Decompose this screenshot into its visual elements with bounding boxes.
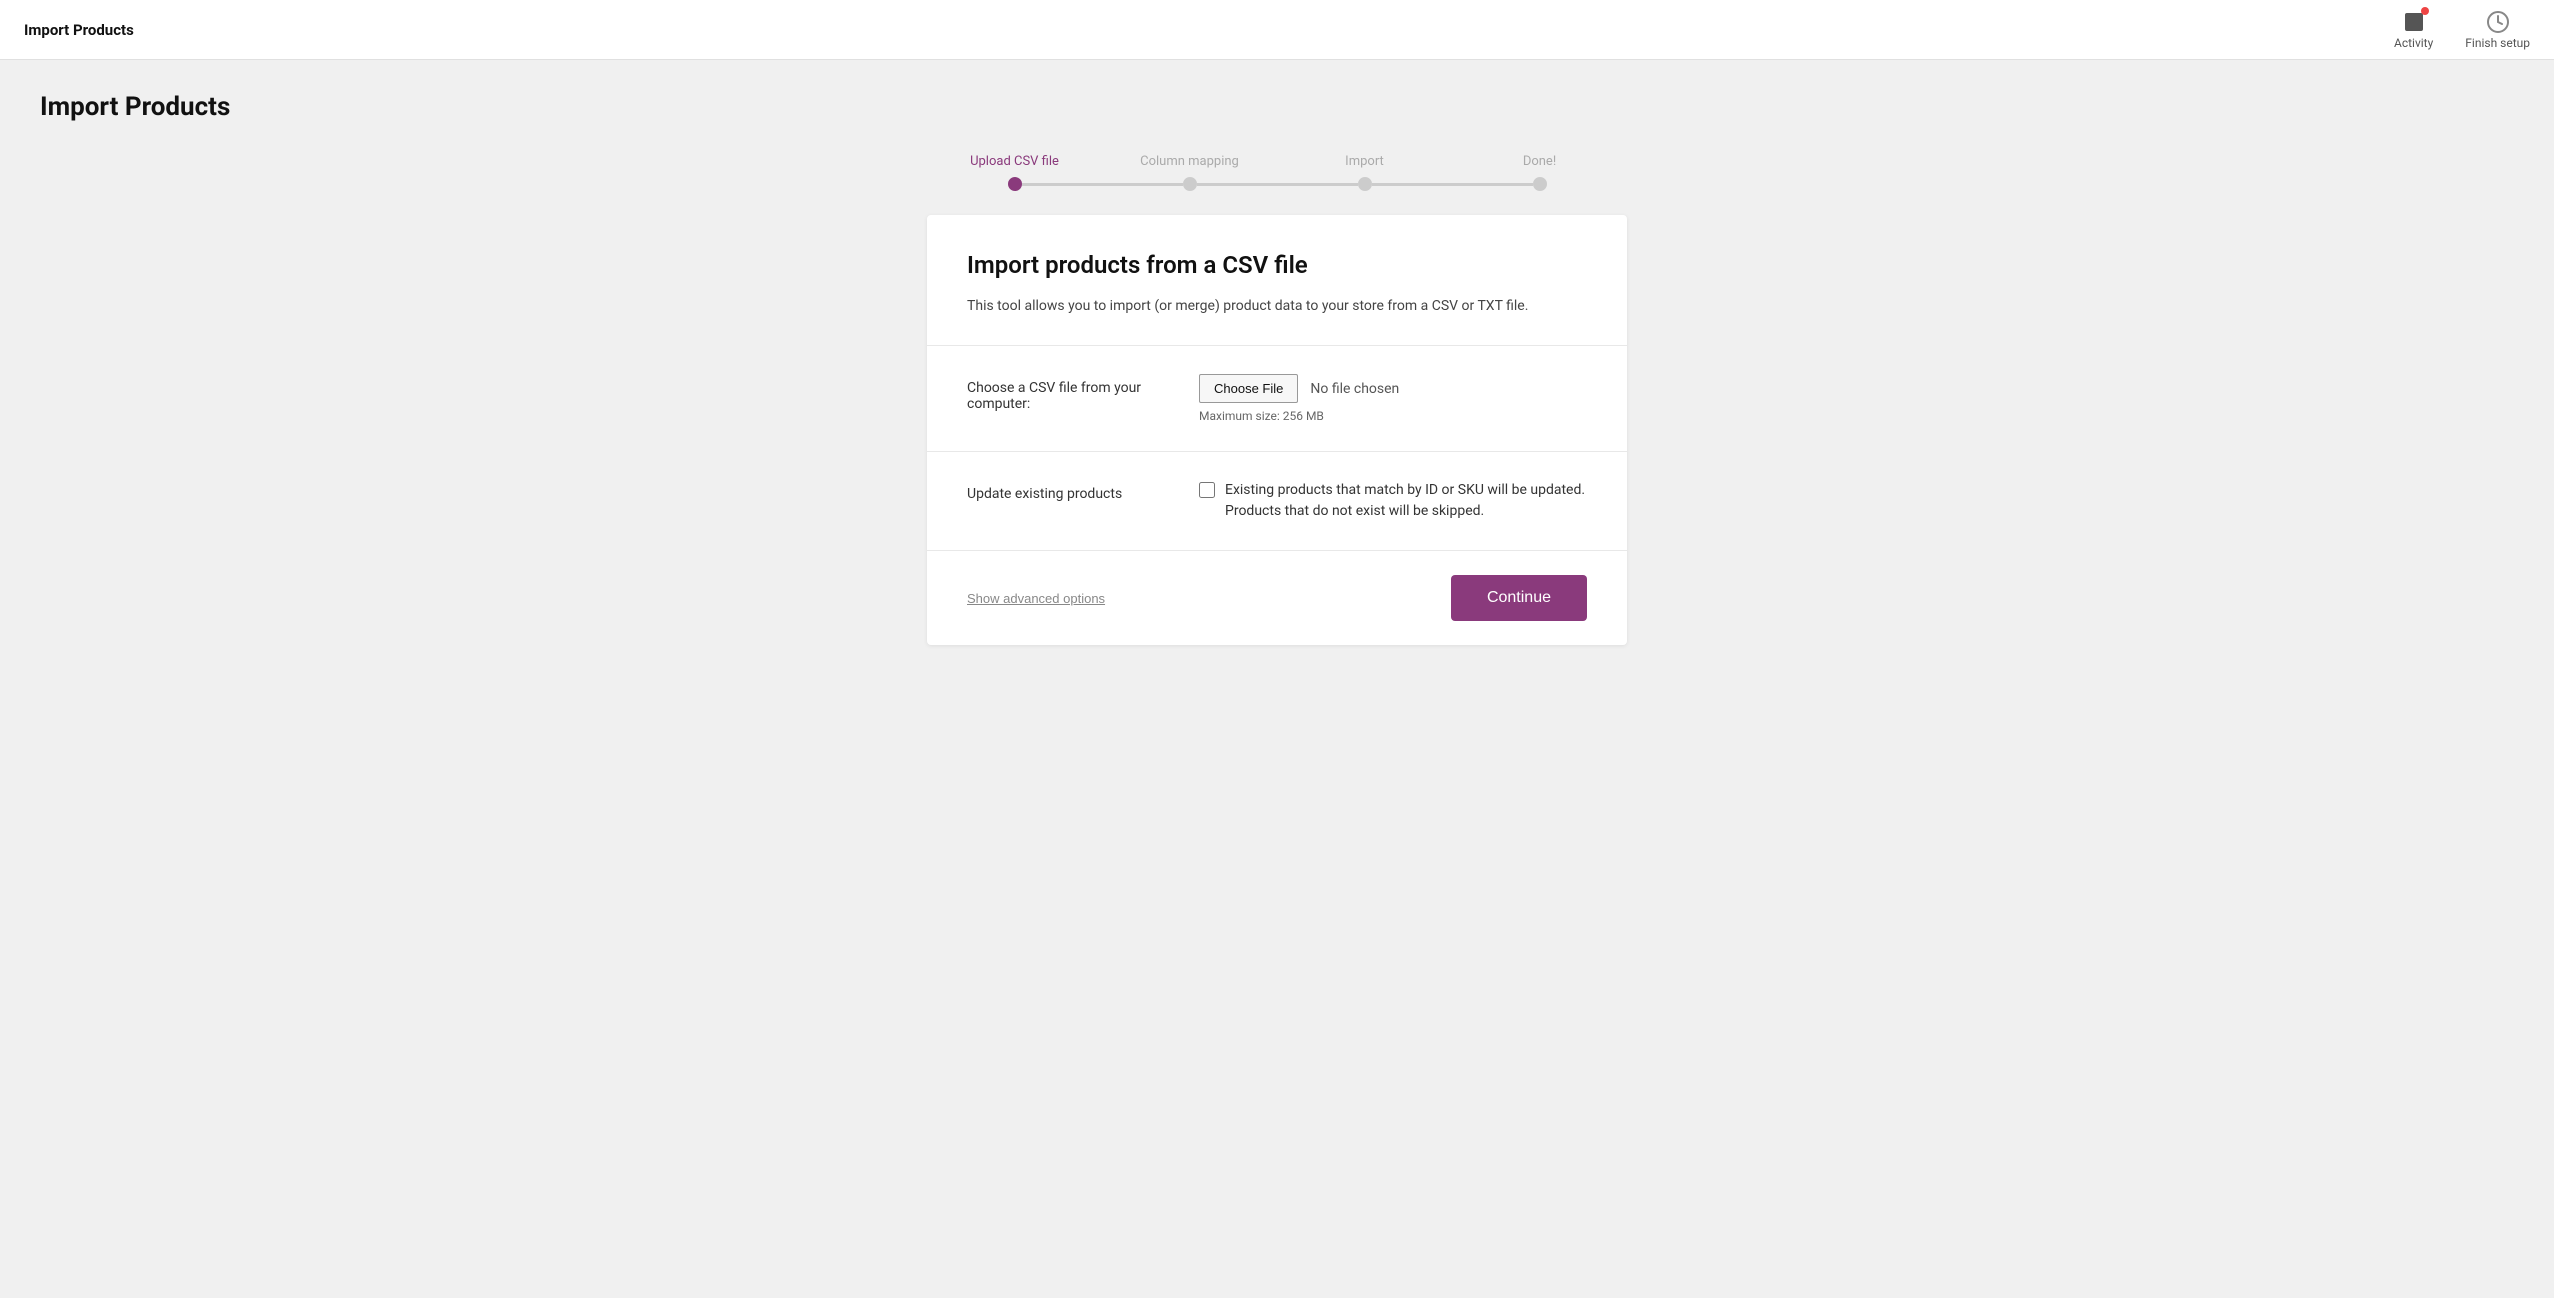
step-2-dot	[1183, 177, 1197, 191]
checkbox-description: Existing products that match by ID or SK…	[1225, 480, 1585, 522]
no-file-chosen-text: No file chosen	[1310, 381, 1399, 397]
update-products-section: Update existing products Existing produc…	[927, 452, 1627, 551]
page-title: Import Products	[40, 92, 2514, 122]
card-description: This tool allows you to import (or merge…	[967, 295, 1587, 317]
step-3-line-left	[1277, 183, 1358, 186]
card-main-title: Import products from a CSV file	[967, 251, 1587, 279]
topbar-title: Import Products	[24, 21, 134, 39]
step-3: Import	[1277, 154, 1452, 191]
step-3-line-right	[1372, 183, 1453, 186]
card-footer: Show advanced options Continue	[927, 551, 1627, 645]
checkbox-row: Existing products that match by ID or SK…	[1199, 480, 1587, 522]
notification-badge	[2421, 7, 2429, 15]
max-size-text: Maximum size: 256 MB	[1199, 409, 1587, 423]
step-3-label: Import	[1345, 154, 1384, 169]
file-label: Choose a CSV file from your computer:	[967, 374, 1167, 412]
update-form-row: Update existing products Existing produc…	[967, 480, 1587, 522]
update-products-checkbox[interactable]	[1199, 482, 1215, 498]
finish-setup-label: Finish setup	[2465, 36, 2530, 50]
show-advanced-button[interactable]: Show advanced options	[967, 591, 1105, 606]
step-4: Done!	[1452, 154, 1627, 191]
topbar-actions: Activity Finish setup	[2394, 10, 2530, 50]
step-4-label: Done!	[1523, 154, 1556, 169]
step-2-line-left	[1102, 183, 1183, 186]
file-field: Choose File No file chosen Maximum size:…	[1199, 374, 1587, 423]
activity-label: Activity	[2394, 36, 2433, 50]
stepper-container: Upload CSV file Column mapping Import	[40, 154, 2514, 191]
stepper: Upload CSV file Column mapping Import	[927, 154, 1627, 191]
file-upload-section: Choose a CSV file from your computer: Ch…	[927, 346, 1627, 452]
update-label: Update existing products	[967, 480, 1167, 502]
step-3-dot	[1358, 177, 1372, 191]
activity-icon	[2402, 10, 2426, 34]
step-2-label: Column mapping	[1140, 154, 1239, 169]
step-4-dot	[1533, 177, 1547, 191]
choose-file-button[interactable]: Choose File	[1199, 374, 1298, 403]
import-card: Import products from a CSV file This too…	[927, 215, 1627, 645]
step-2: Column mapping	[1102, 154, 1277, 191]
finish-setup-icon	[2486, 10, 2510, 34]
card-header: Import products from a CSV file This too…	[927, 215, 1627, 346]
step-4-line	[1452, 177, 1627, 191]
step-1-line-right	[1022, 183, 1103, 186]
file-form-row: Choose a CSV file from your computer: Ch…	[967, 374, 1587, 423]
step-3-line	[1277, 177, 1452, 191]
step-4-line-left	[1452, 183, 1533, 186]
checkbox-text2: Products that do not exist will be skipp…	[1225, 503, 1484, 519]
finish-setup-button[interactable]: Finish setup	[2465, 10, 2530, 50]
step-1-dot	[1008, 177, 1022, 191]
checkbox-text1: Existing products that match by ID or SK…	[1225, 482, 1585, 498]
topbar: Import Products Activity Finish setup	[0, 0, 2554, 60]
page-content: Import Products Upload CSV file Column m…	[0, 60, 2554, 677]
step-1-label: Upload CSV file	[970, 154, 1059, 169]
step-2-line-right	[1197, 183, 1278, 186]
activity-button[interactable]: Activity	[2394, 10, 2433, 50]
update-field: Existing products that match by ID or SK…	[1199, 480, 1587, 522]
continue-button[interactable]: Continue	[1451, 575, 1587, 621]
step-1: Upload CSV file	[927, 154, 1102, 191]
step-1-line	[927, 177, 1102, 191]
file-input-row: Choose File No file chosen	[1199, 374, 1587, 403]
step-2-line	[1102, 177, 1277, 191]
